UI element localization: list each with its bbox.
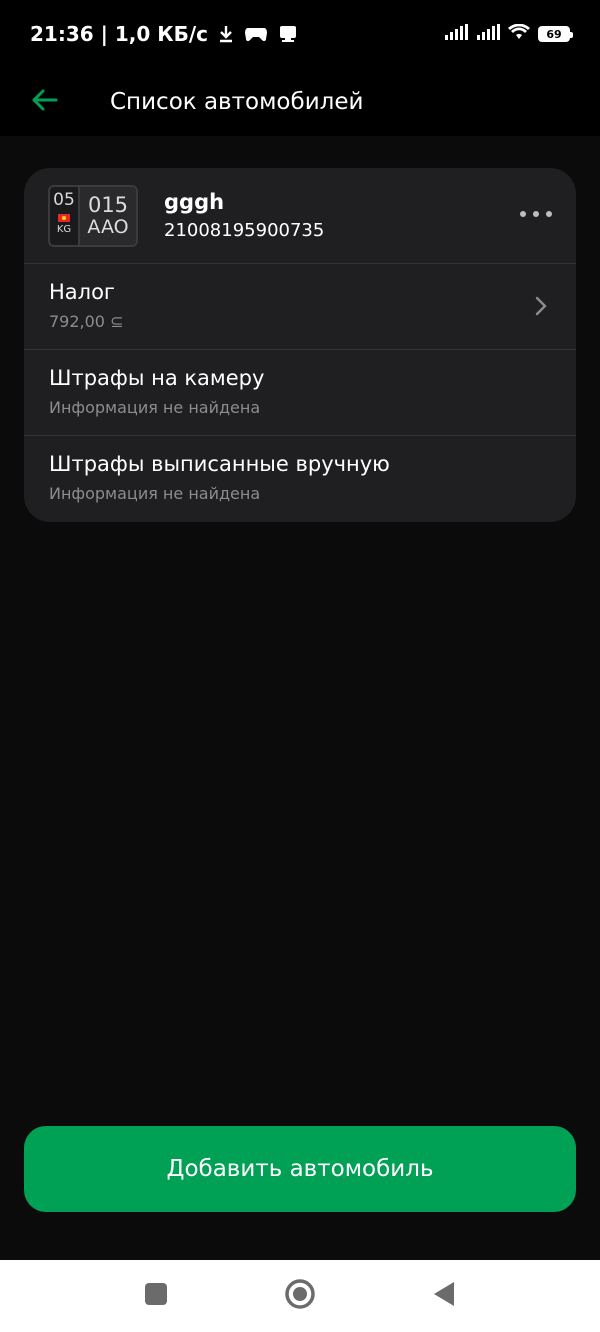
signal-icon [476, 24, 500, 44]
status-bar: 21:36 | 1,0 КБ/с 69 [0, 0, 600, 68]
tax-amount: 792,00 ⊆ [49, 312, 124, 331]
plate-number-block: 015 AAO [80, 186, 136, 245]
manual-fines-status: Информация не найдена [49, 484, 261, 503]
signal-icon [444, 24, 468, 44]
status-left: 21:36 | 1,0 КБ/с [30, 22, 298, 46]
plate-number: 015 [87, 192, 129, 217]
system-nav-bar [0, 1260, 600, 1332]
tax-row[interactable]: Налог 792,00 ⊆ [24, 264, 576, 350]
back-button[interactable] [14, 72, 74, 132]
car-row[interactable]: 05 KG 015 AAO gggh 21008195900735 [24, 168, 576, 264]
home-button[interactable] [283, 1279, 317, 1313]
more-horizontal-icon [533, 211, 539, 217]
manual-fines-title: Штрафы выписанные вручную [49, 452, 390, 476]
more-options-button[interactable] [520, 202, 552, 226]
status-right: 69 [444, 23, 573, 44]
game-controller-icon [244, 25, 268, 43]
plate-region: 05 [53, 189, 75, 210]
car-info: gggh 21008195900735 [164, 190, 324, 241]
arrow-left-icon [30, 88, 58, 116]
license-plate: 05 KG 015 AAO [48, 184, 138, 247]
triangle-back-icon [432, 1281, 456, 1311]
home-circle-icon [284, 1278, 316, 1314]
camera-fines-row[interactable]: Штрафы на камеру Информация не найдена [24, 350, 576, 436]
more-horizontal-icon [546, 211, 552, 217]
plate-region-block: 05 KG [50, 186, 80, 245]
tax-title: Налог [49, 280, 115, 304]
app-bar: Список автомобилей [0, 68, 600, 136]
more-horizontal-icon [520, 211, 526, 217]
add-car-button[interactable]: Добавить автомобиль [24, 1126, 576, 1212]
notification-icon [278, 24, 298, 44]
recents-button[interactable] [139, 1279, 173, 1313]
flag-icon [58, 213, 70, 222]
page-title: Список автомобилей [110, 89, 364, 115]
wifi-icon [508, 23, 530, 44]
car-id: 21008195900735 [164, 220, 325, 241]
plate-letters: AAO [87, 215, 129, 238]
camera-fines-status: Информация не найдена [49, 398, 261, 417]
square-icon [144, 1282, 168, 1310]
chevron-right-icon [534, 296, 548, 316]
manual-fines-row[interactable]: Штрафы выписанные вручную Информация не … [24, 436, 576, 522]
back-nav-button[interactable] [427, 1279, 461, 1313]
download-icon [218, 25, 234, 43]
camera-fines-title: Штрафы на камеру [49, 366, 265, 390]
plate-country: KG [56, 223, 72, 235]
car-card: 05 KG 015 AAO gggh 21008195900735 Налог … [24, 168, 576, 522]
status-time-speed: 21:36 | 1,0 КБ/с [30, 22, 209, 46]
battery-icon: 69 [538, 26, 573, 42]
car-name: gggh [164, 190, 225, 214]
